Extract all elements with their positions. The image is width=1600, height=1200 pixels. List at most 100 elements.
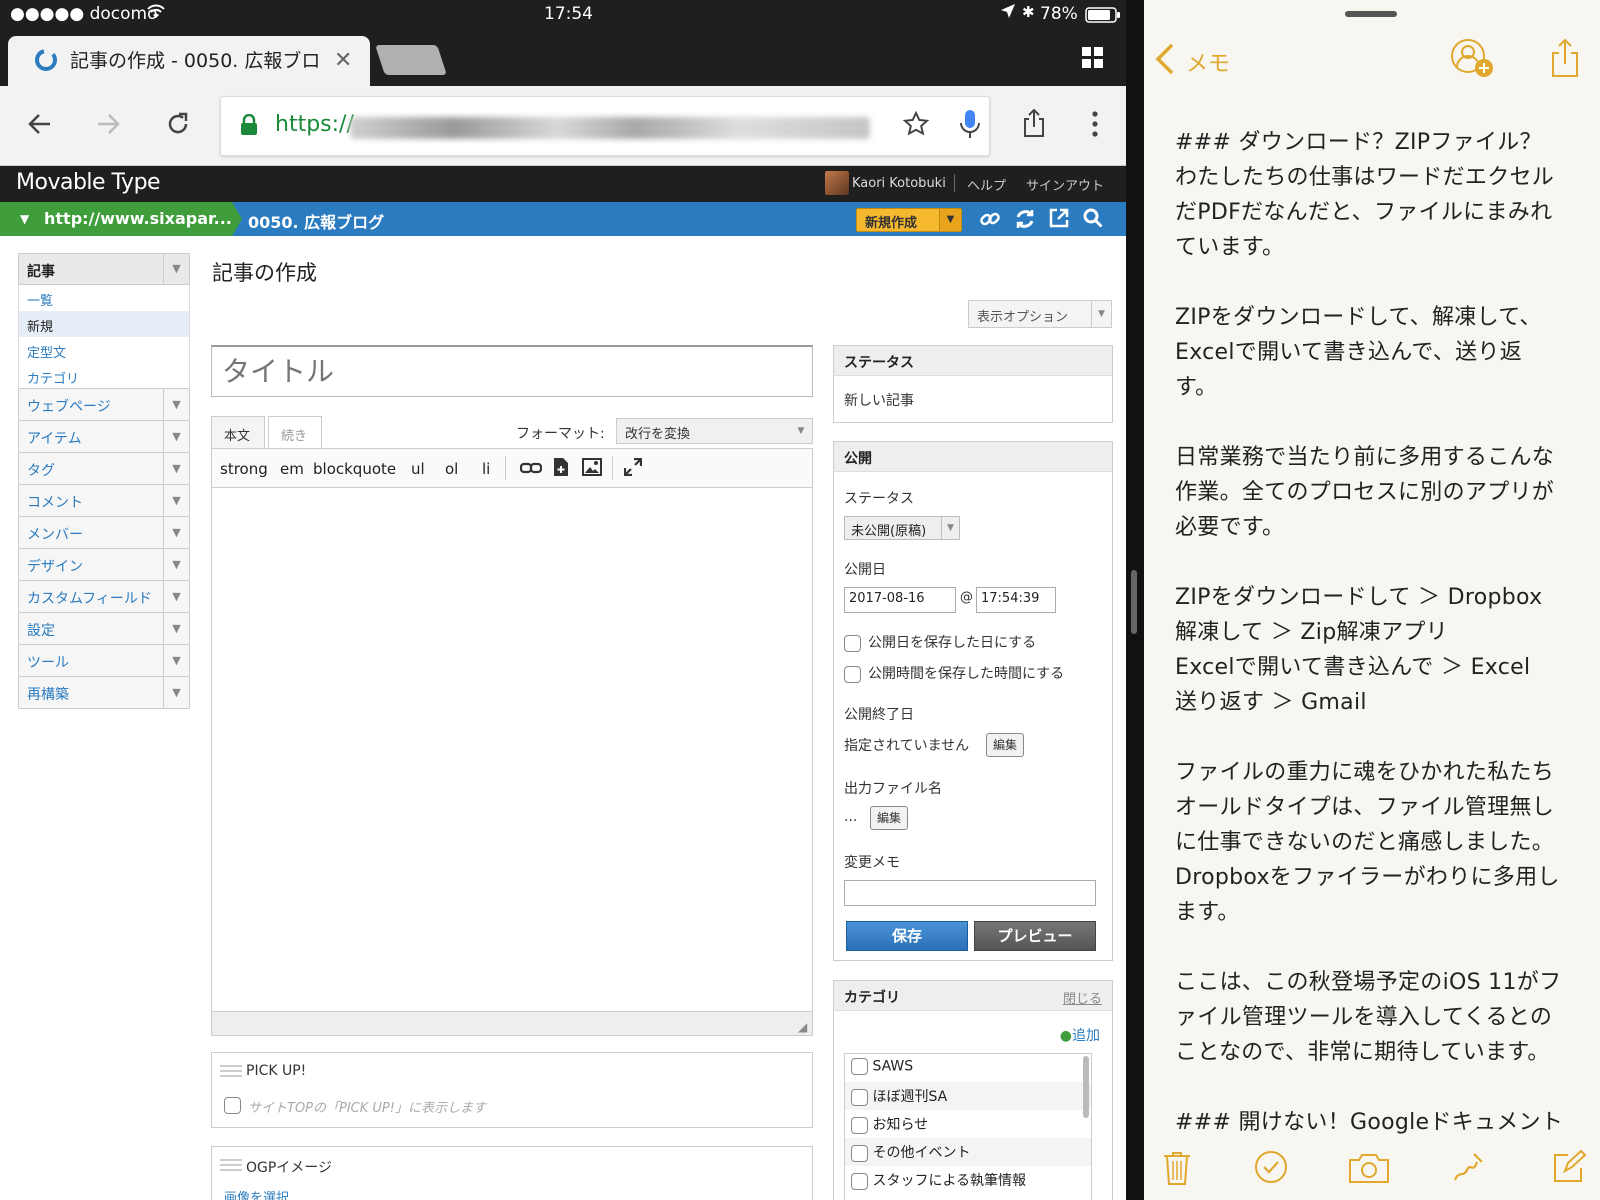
menu-kebab-icon[interactable] (1091, 110, 1099, 142)
sidebar-item-item[interactable]: アイテム ▼ (18, 421, 190, 453)
category-checkbox[interactable] (851, 1144, 868, 1162)
signout-link[interactable]: サインアウト (1026, 175, 1104, 194)
toolbar-blockquote-button[interactable]: blockquote (313, 460, 396, 478)
save-button[interactable]: 保存 (846, 921, 968, 951)
format-select[interactable]: 改行を変換 ▼ (616, 418, 813, 444)
compose-icon[interactable] (1552, 1149, 1587, 1188)
publish-time-save-checkbox[interactable] (844, 666, 861, 683)
chevron-down-icon[interactable]: ▼ (163, 421, 189, 452)
toolbar-strong-button[interactable]: strong (220, 460, 268, 478)
new-create-button[interactable]: 新規作成 ▼ (856, 208, 962, 232)
change-memo-input[interactable] (844, 880, 1096, 906)
display-options-button[interactable]: 表示オプション ▼ (968, 300, 1112, 328)
user-name-link[interactable]: Kaori Kotobuki (852, 176, 946, 191)
resize-handle-icon[interactable]: ◢ (798, 1020, 807, 1034)
chevron-down-icon[interactable]: ▼ (163, 389, 189, 420)
chevron-down-icon[interactable]: ▼ (163, 517, 189, 548)
site-url-label[interactable]: http://www.sixapar... (44, 209, 232, 228)
site-dropdown-icon[interactable]: ▼ (20, 212, 29, 226)
tab-body[interactable]: 本文 (211, 416, 265, 448)
link-icon[interactable] (978, 207, 1002, 235)
sidebar-item-customfield[interactable]: カスタムフィールド ▼ (18, 581, 190, 613)
back-arrow-icon[interactable] (26, 110, 54, 142)
trash-icon[interactable] (1162, 1150, 1192, 1190)
list-item[interactable]: スタッフによる執筆情報 (845, 1166, 1091, 1194)
publish-end-edit-button[interactable]: 編集 (986, 733, 1025, 757)
pickup-checkbox[interactable] (224, 1097, 241, 1114)
sidebar-item-comment[interactable]: コメント ▼ (18, 485, 190, 517)
share-icon[interactable] (1022, 108, 1046, 142)
chevron-down-icon[interactable]: ▼ (163, 549, 189, 580)
editor-resize-bar[interactable] (211, 1012, 813, 1036)
tab-close-icon[interactable]: ✕ (334, 48, 352, 73)
sidebar-sub-list[interactable]: 一覧 (18, 285, 190, 311)
new-tab-button[interactable] (375, 45, 447, 75)
sidebar-item-member[interactable]: メンバー ▼ (18, 517, 190, 549)
chevron-down-icon[interactable]: ▼ (163, 645, 189, 676)
category-scrollbar[interactable] (1083, 1056, 1089, 1118)
publish-time-input[interactable]: 17:54:39 (976, 587, 1056, 613)
camera-icon[interactable] (1348, 1152, 1390, 1188)
list-item[interactable]: ほぼ週刊SA (845, 1082, 1091, 1110)
refresh-icon[interactable] (1013, 207, 1037, 235)
outfile-edit-button[interactable]: 編集 (870, 806, 909, 830)
share-icon[interactable] (1550, 38, 1580, 82)
slide-over-grabber[interactable] (1345, 11, 1397, 17)
tab-more[interactable]: 続き (268, 416, 322, 448)
chevron-down-icon[interactable]: ▼ (163, 254, 189, 284)
body-editor-textarea[interactable] (211, 488, 813, 1012)
category-add-link[interactable]: ●追加 (1060, 1025, 1100, 1045)
mt-logo[interactable]: Movable Type (16, 170, 161, 195)
chevron-down-icon[interactable]: ▼ (163, 453, 189, 484)
drag-handle-icon[interactable] (220, 1065, 242, 1077)
publish-date-save-checkbox[interactable] (844, 635, 861, 652)
toolbar-em-button[interactable]: em (280, 460, 304, 478)
search-icon[interactable] (1082, 207, 1104, 233)
chevron-left-icon[interactable] (1154, 42, 1176, 80)
sidebar-item-webpage[interactable]: ウェブページ ▼ (18, 389, 190, 421)
sidebar-header-entries[interactable]: 記事 ▼ (18, 253, 190, 285)
avatar[interactable] (825, 171, 849, 195)
external-link-icon[interactable] (1048, 207, 1070, 233)
help-link[interactable]: ヘルプ (967, 175, 1006, 194)
drag-handle-icon[interactable] (220, 1159, 242, 1171)
toolbar-li-button[interactable]: li (482, 460, 490, 478)
link-icon[interactable] (519, 459, 543, 481)
sidebar-sub-category[interactable]: カテゴリ (18, 363, 190, 389)
category-checkbox[interactable] (851, 1058, 868, 1075)
category-checkbox[interactable] (851, 1172, 868, 1190)
list-item[interactable]: SAWS (845, 1054, 1091, 1082)
sidebar-sub-boilerplate[interactable]: 定型文 (18, 337, 190, 363)
toolbar-ul-button[interactable]: ul (411, 460, 425, 478)
microphone-icon[interactable] (958, 108, 982, 144)
file-insert-icon[interactable] (553, 457, 569, 481)
sidebar-item-settings[interactable]: 設定 ▼ (18, 613, 190, 645)
toolbar-ol-button[interactable]: ol (445, 460, 458, 478)
list-item[interactable]: お知らせ (845, 1110, 1091, 1138)
tab-switcher-icon[interactable] (1082, 47, 1104, 73)
chevron-down-icon[interactable]: ▼ (163, 581, 189, 612)
chevron-down-icon[interactable]: ▼ (163, 613, 189, 644)
reload-icon[interactable] (164, 110, 192, 142)
ogp-select-link[interactable]: 画像を選択 (224, 1187, 289, 1200)
fullscreen-icon[interactable] (623, 457, 643, 480)
category-checkbox[interactable] (851, 1116, 868, 1134)
title-input[interactable] (212, 347, 812, 396)
sidebar-item-design[interactable]: デザイン ▼ (18, 549, 190, 581)
checklist-icon[interactable] (1254, 1150, 1288, 1188)
publish-status-select[interactable]: 未公開(原稿) ▼ (844, 516, 960, 540)
notes-back-button[interactable]: メモ (1186, 46, 1230, 78)
forward-arrow-icon[interactable] (94, 110, 122, 142)
chevron-down-icon[interactable]: ▼ (163, 677, 189, 708)
sidebar-item-tag[interactable]: タグ ▼ (18, 453, 190, 485)
publish-date-input[interactable]: 2017-08-16 (844, 587, 956, 613)
sidebar-sub-new[interactable]: 新規 (18, 311, 190, 337)
category-checkbox[interactable] (851, 1088, 868, 1106)
chevron-down-icon[interactable]: ▼ (163, 485, 189, 516)
split-view-handle[interactable] (1131, 570, 1137, 634)
list-item[interactable]: その他イベント (845, 1138, 1091, 1166)
image-insert-icon[interactable] (582, 458, 602, 480)
sidebar-item-tools[interactable]: ツール ▼ (18, 645, 190, 677)
blog-name-label[interactable]: 0050. 広報ブログ (248, 209, 384, 233)
add-person-icon[interactable] (1450, 38, 1494, 84)
